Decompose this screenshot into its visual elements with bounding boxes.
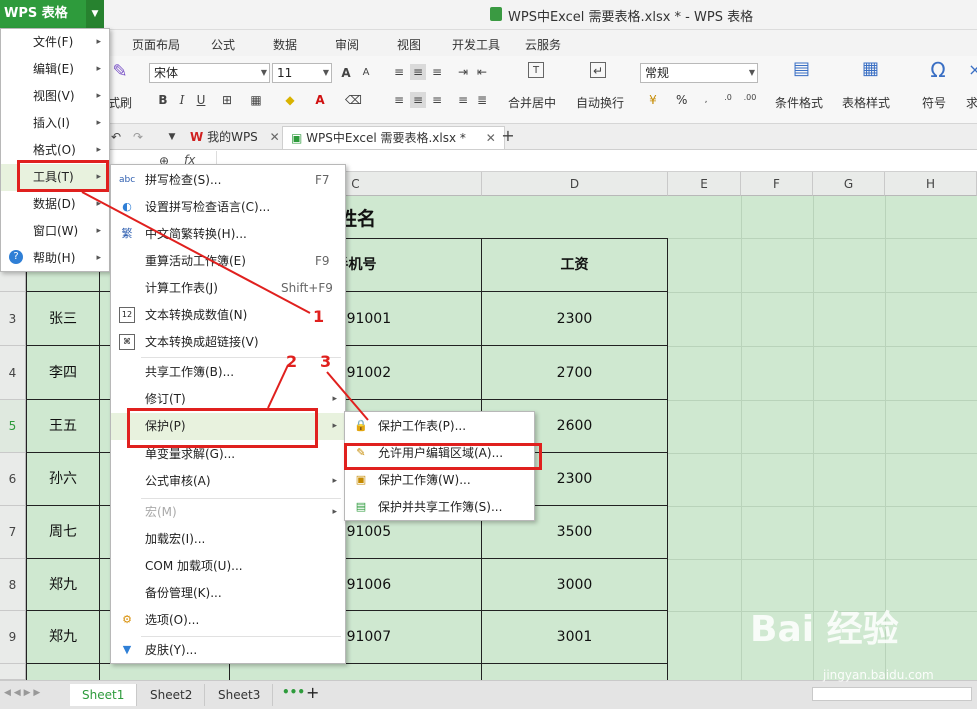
annotation-line [267, 364, 289, 409]
annotation-number: 3 [320, 352, 332, 371]
annotation-line [326, 371, 369, 421]
watermark-url: jingyan.baidu.com [823, 668, 934, 682]
annotation-number: 2 [286, 352, 298, 371]
annotation-line [81, 191, 311, 314]
annotation-number: 1 [313, 307, 325, 326]
baidu-watermark: Bai 经验 [750, 609, 899, 650]
